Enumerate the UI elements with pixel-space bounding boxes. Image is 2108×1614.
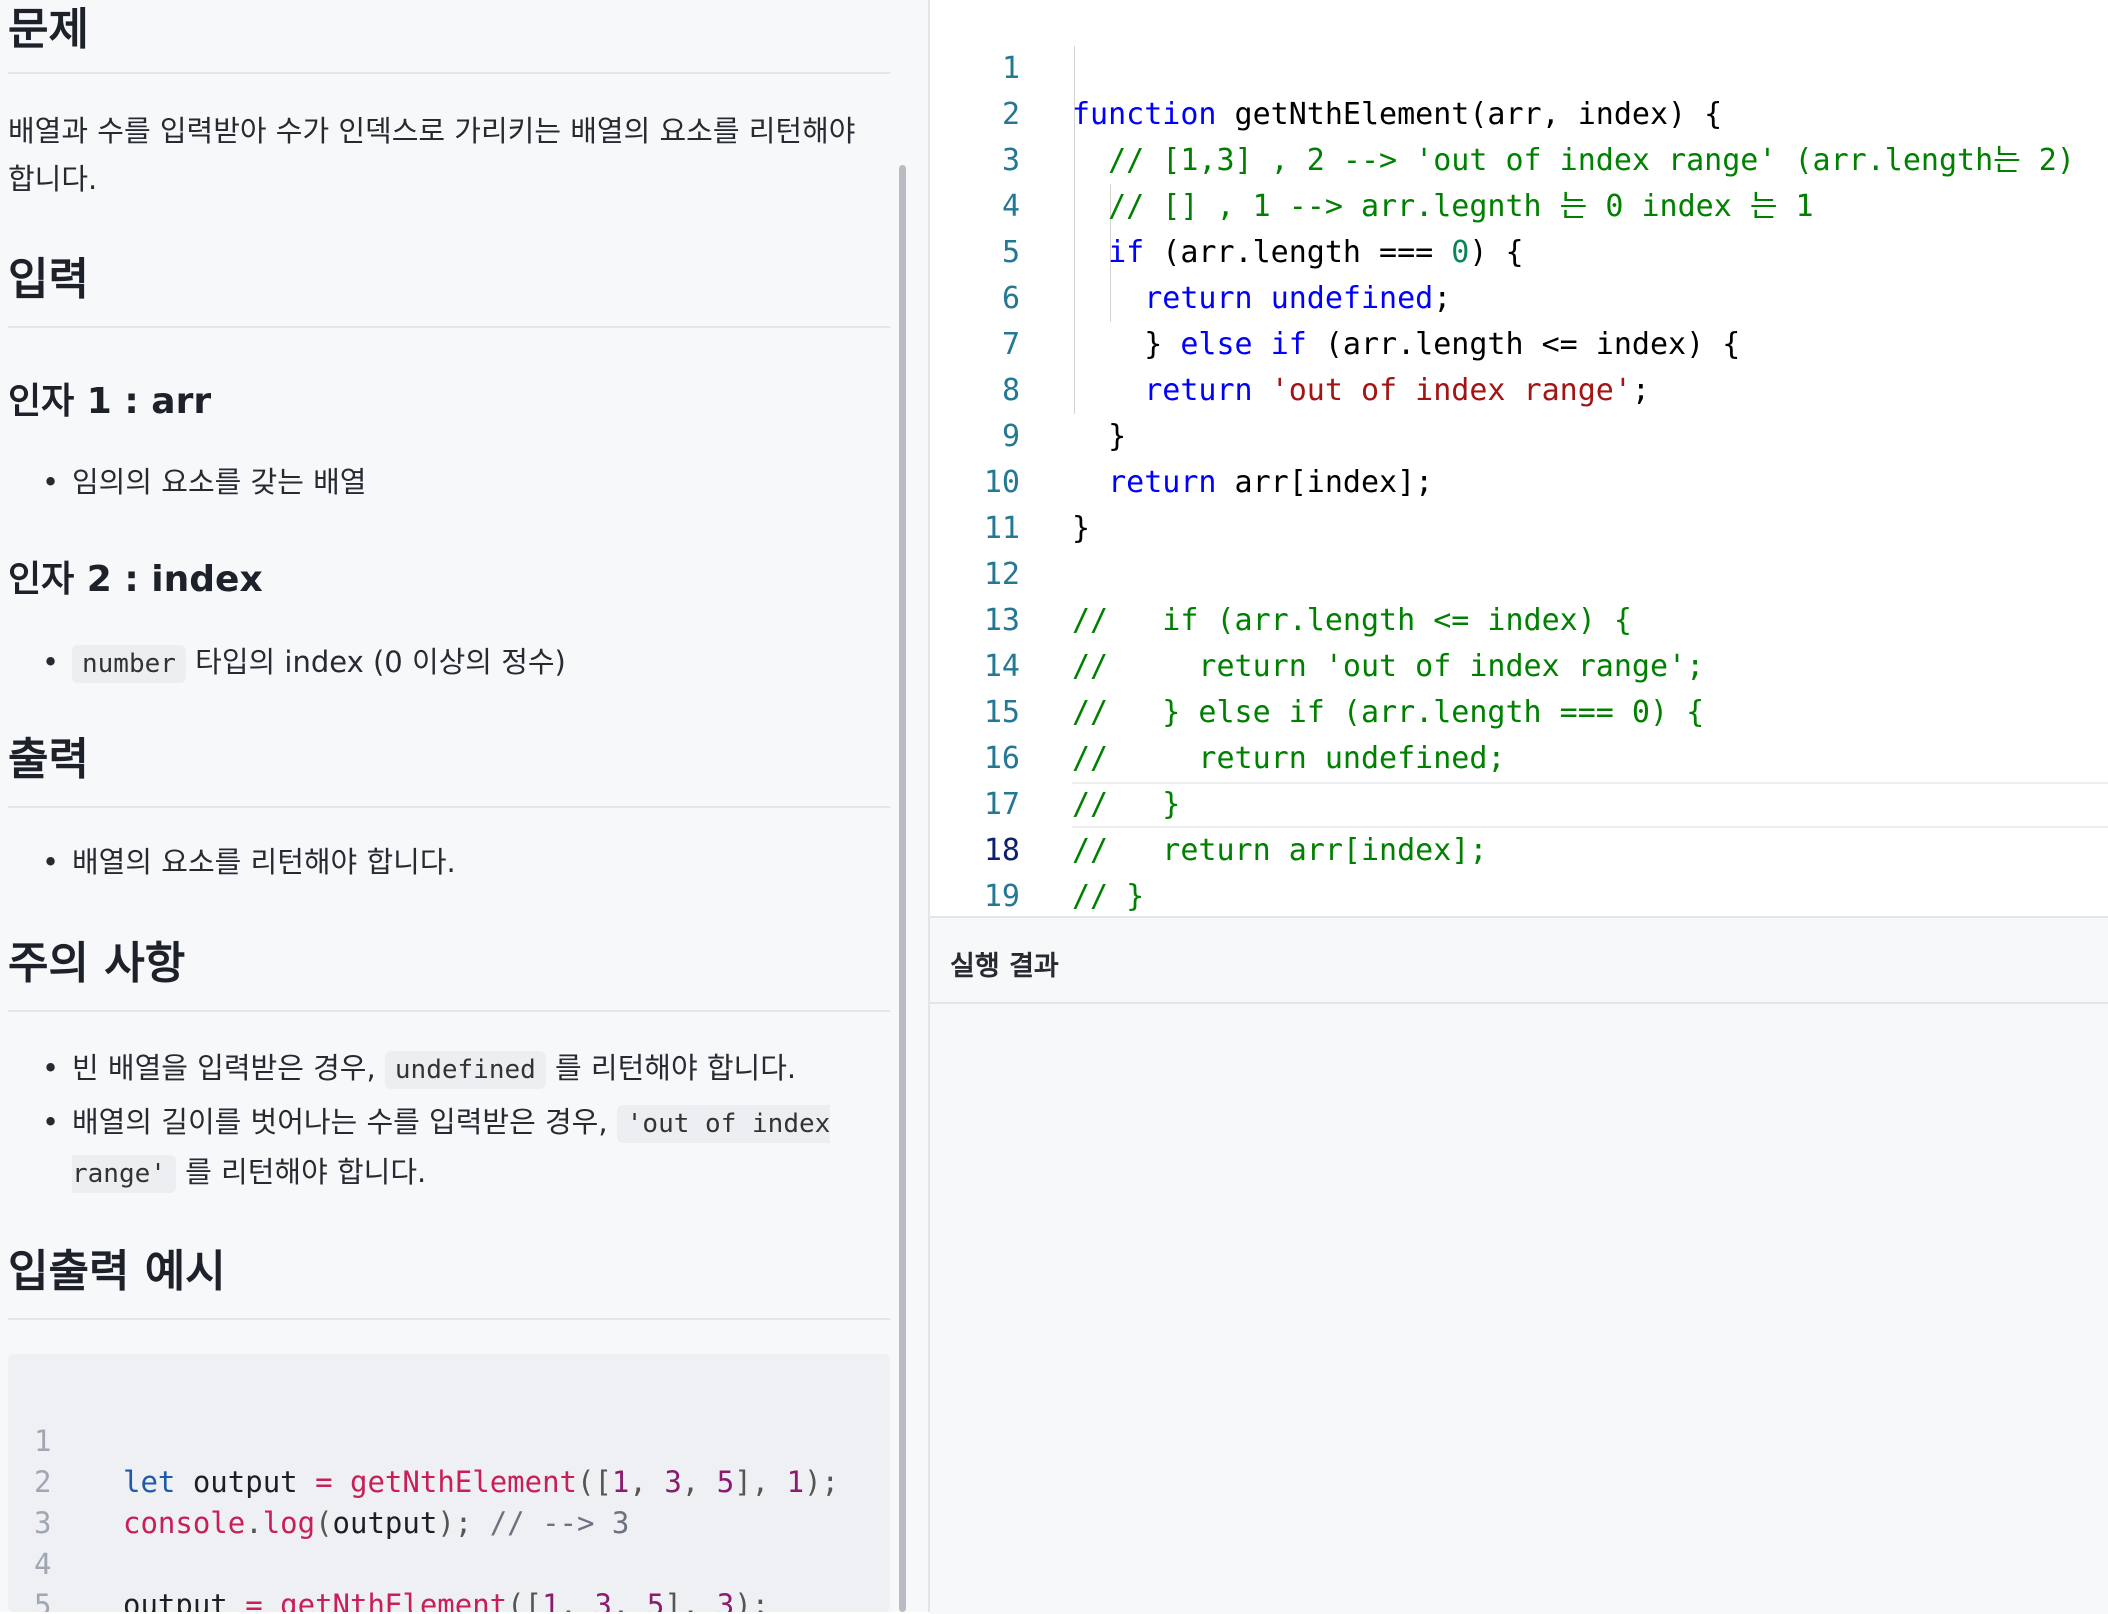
- divider: [8, 72, 890, 74]
- inline-code: number: [72, 645, 186, 683]
- example-code-block: 1 let output = getNthElement([1, 3, 5], …: [8, 1354, 890, 1612]
- code-line[interactable]: 17 // return arr[index];: [930, 736, 2108, 868]
- bullet-icon: •: [42, 1051, 60, 1085]
- divider: [8, 326, 890, 328]
- divider: [8, 1010, 890, 1012]
- bullet-icon: •: [42, 465, 60, 499]
- code-line[interactable]: 13 // return 'out of index range';: [930, 552, 2108, 684]
- list-item: • 빈 배열을 입력받은 경우, undefined 를 리턴해야 합니다.: [42, 1044, 892, 1094]
- divider: [8, 1318, 890, 1320]
- note1-text: 빈 배열을 입력받은 경우,: [72, 1051, 376, 1085]
- scrollbar[interactable]: [899, 165, 906, 1612]
- problem-description: 배열과 수를 입력받아 수가 인덱스로 가리키는 배열의 요소를 리턴해야 합니…: [8, 114, 856, 196]
- code-text: output = getNthElement([1, 3, 5], 3);: [123, 1588, 770, 1612]
- problem-heading: 문제: [8, 4, 89, 55]
- notes-heading: 주의 사항: [8, 938, 186, 989]
- note2-text: 배열의 길이를 벗어나는 수를 입력받은 경우,: [72, 1105, 608, 1139]
- code-line: 1 let output = getNthElement([1, 3, 5], …: [8, 1380, 839, 1499]
- code-line[interactable]: 15 // return undefined;: [930, 644, 2108, 776]
- arg1-description: 임의의 요소를 갖는 배열: [72, 465, 367, 499]
- code-editor[interactable]: 1 function getNthElement(arr, index) { 2…: [930, 0, 2108, 916]
- arg2-description: 타입의 index (0 이상의 정수): [195, 645, 566, 679]
- list-item: • 배열의 길이를 벗어나는 수를 입력받은 경우, 'out of index…: [42, 1098, 892, 1198]
- problem-panel: 문제 배열과 수를 입력받아 수가 인덱스로 가리키는 배열의 요소를 리턴해야…: [0, 0, 928, 1612]
- code-line: 4 output = getNthElement([1, 3, 5], 3);: [8, 1503, 769, 1612]
- list-item: • 배열의 요소를 리턴해야 합니다.: [42, 838, 892, 886]
- code-line[interactable]: 19: [930, 828, 2108, 914]
- code-line[interactable]: 3 // [] , 1 --> arr.legnth 는 0 index 는 1: [930, 92, 2108, 224]
- code-text: console.log(output); // --> 3: [123, 1506, 630, 1540]
- note2-text-end: 를 리턴해야 합니다.: [185, 1155, 427, 1189]
- code-line[interactable]: 10 }: [930, 414, 2108, 546]
- code-line[interactable]: 1 function getNthElement(arr, index) {: [930, 0, 2108, 132]
- output-heading: 출력: [8, 734, 89, 785]
- code-line[interactable]: 9 return arr[index];: [930, 368, 2108, 500]
- code-line: 3: [8, 1462, 113, 1540]
- code-line[interactable]: 16 // }: [930, 690, 2108, 822]
- bullet-icon: •: [42, 645, 60, 679]
- code-line[interactable]: 12 // if (arr.length <= index) {: [930, 506, 2108, 638]
- list-item: • 임의의 요소를 갖는 배열: [42, 458, 892, 506]
- code-line[interactable]: 18 // }: [930, 782, 2108, 914]
- code-line[interactable]: 8 }: [930, 322, 2108, 454]
- code-line[interactable]: 6 } else if (arr.length <= index) {: [930, 230, 2108, 362]
- result-header: 실행 결과: [930, 918, 2108, 1004]
- list-item: • number 타입의 index (0 이상의 정수): [42, 638, 892, 688]
- code-line[interactable]: 14 // } else if (arr.length === 0) {: [930, 598, 2108, 730]
- result-title: 실행 결과: [950, 951, 1059, 982]
- examples-heading: 입출력 예시: [8, 1246, 226, 1297]
- code-line[interactable]: 20: [930, 874, 2108, 916]
- code-line[interactable]: 11: [930, 460, 2108, 546]
- output-description: 배열의 요소를 리턴해야 합니다.: [72, 845, 456, 879]
- bullet-icon: •: [42, 845, 60, 879]
- divider: [8, 806, 890, 808]
- code-line: 5 console.log(output); // --> 'out of in…: [8, 1544, 113, 1612]
- arg1-heading: 인자 1 : arr: [8, 381, 212, 422]
- bullet-icon: •: [42, 1105, 60, 1139]
- note1-text-end: 를 리턴해야 합니다.: [555, 1051, 797, 1085]
- code-line[interactable]: 2 // [1,3] , 2 --> 'out of index range' …: [930, 46, 2108, 178]
- code-line[interactable]: 5 return undefined;: [930, 184, 2108, 316]
- inline-code: undefined: [384, 1051, 546, 1089]
- code-line[interactable]: 4 if (arr.length === 0) {: [930, 138, 2108, 270]
- line-number: 5: [34, 1588, 52, 1612]
- input-heading: 입력: [8, 254, 89, 305]
- code-line[interactable]: 7 return 'out of index range';: [930, 276, 2108, 408]
- arg2-heading: 인자 2 : index: [8, 559, 263, 600]
- result-panel: 실행 결과: [930, 916, 2108, 1614]
- code-text: let output = getNthElement([1, 3, 5], 1)…: [123, 1465, 839, 1499]
- code-line: 2 console.log(output); // --> 3: [8, 1421, 629, 1540]
